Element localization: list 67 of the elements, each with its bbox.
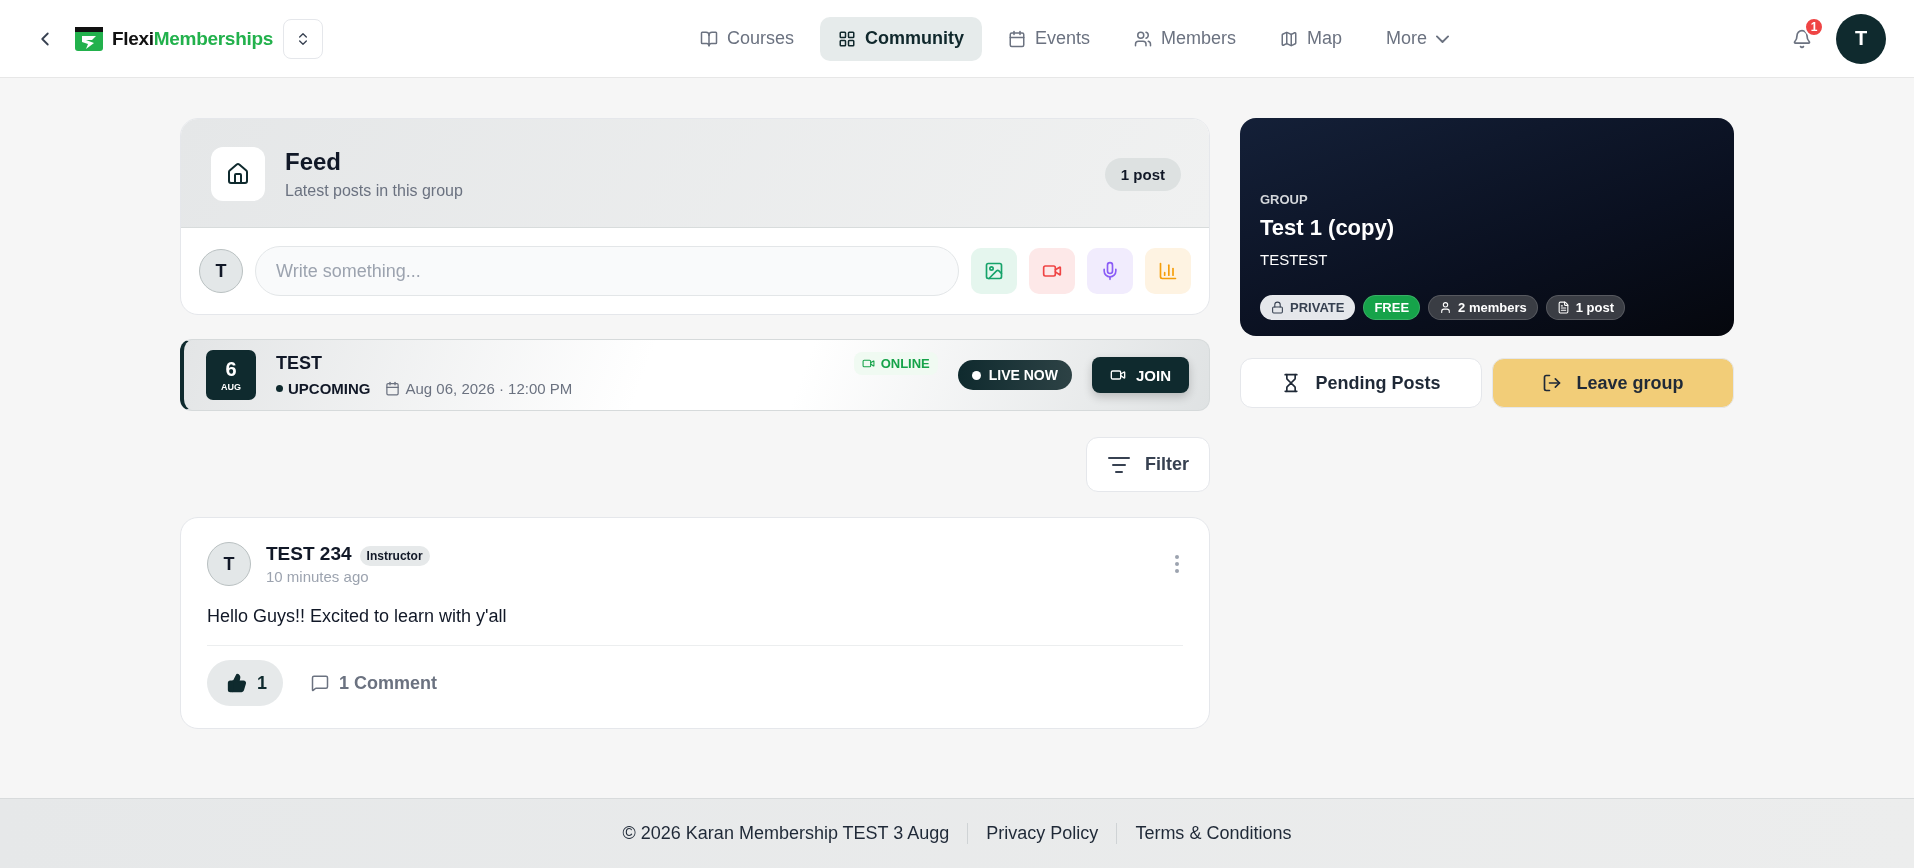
- role-tag: Instructor: [359, 546, 430, 566]
- event-title: TEST: [276, 353, 323, 374]
- date-tile: 6 AUG: [206, 350, 256, 400]
- filter-button[interactable]: Filter: [1086, 437, 1210, 492]
- nav-tab[interactable]: Events: [989, 16, 1108, 61]
- user-avatar[interactable]: T: [1836, 13, 1886, 64]
- add-poll-button[interactable]: [1145, 248, 1191, 294]
- notification-count: 1: [1804, 16, 1824, 37]
- lock-icon: [1271, 301, 1284, 314]
- event-date: Aug 06, 2026 · 12:00 PM: [405, 380, 573, 397]
- book-icon: [699, 29, 718, 48]
- private-tag: PRIVATE: [1260, 295, 1356, 320]
- exit-icon: [1542, 373, 1563, 393]
- post-text: Hello Guys!! Excited to learn with y'all: [207, 606, 1183, 646]
- switcher-button[interactable]: [283, 18, 323, 59]
- user-icon: [1439, 301, 1453, 314]
- members-tag: 2 members: [1428, 295, 1538, 320]
- brand-name[interactable]: FlexiMemberships: [112, 27, 273, 50]
- nav-tab[interactable]: Courses: [681, 16, 812, 61]
- feed-title: Feed: [285, 148, 342, 176]
- join-button[interactable]: JOIN: [1092, 357, 1189, 393]
- footer-link[interactable]: Privacy Policy: [967, 823, 1117, 844]
- avatar: T: [199, 249, 243, 293]
- live-now-button[interactable]: LIVE NOW: [957, 360, 1072, 390]
- thumbs-up-icon: [227, 673, 247, 693]
- footer-link[interactable]: Terms & Conditions: [1116, 823, 1310, 844]
- image-icon: [984, 261, 1004, 281]
- add-audio-button[interactable]: [1087, 248, 1133, 294]
- group-description: TESTEST: [1260, 251, 1329, 268]
- nav-tab[interactable]: Members: [1116, 16, 1254, 61]
- comment-icon: [311, 674, 329, 692]
- author-name[interactable]: TEST 234: [266, 543, 352, 564]
- event-status: UPCOMING: [276, 380, 371, 397]
- post-input[interactable]: Write something...: [255, 246, 959, 296]
- video-icon: [861, 357, 875, 370]
- chevron-down-icon: [1436, 34, 1450, 43]
- posts-tag: 1 post: [1545, 295, 1626, 320]
- pending-posts-button[interactable]: Pending Posts: [1240, 358, 1482, 408]
- map-icon: [1280, 29, 1298, 48]
- add-video-button[interactable]: [1029, 248, 1075, 294]
- avatar: T: [207, 542, 251, 586]
- copyright-text: © 2026 Karan Membership TEST 3 Augg: [621, 823, 951, 844]
- leave-group-button[interactable]: Leave group: [1492, 358, 1734, 408]
- nav-tab[interactable]: More: [1368, 16, 1468, 61]
- calendar-icon: [384, 381, 400, 396]
- grid-icon: [837, 29, 856, 48]
- post-count: 1 post: [1104, 157, 1181, 191]
- group-label: GROUP: [1260, 192, 1309, 207]
- feed-subtitle: Latest posts in this group: [285, 182, 463, 200]
- bell-icon: [1792, 28, 1812, 49]
- comment-button[interactable]: 1 Comment: [305, 671, 444, 695]
- video-icon: [1110, 367, 1126, 383]
- vertical-dots-icon: [1175, 555, 1179, 573]
- group-name: Test 1 (copy): [1260, 215, 1396, 241]
- free-tag: FREE: [1363, 295, 1421, 320]
- post-time: 10 minutes ago: [266, 568, 370, 585]
- nav-tab[interactable]: Community: [819, 16, 982, 61]
- home-icon: [211, 147, 265, 201]
- microphone-icon: [1100, 261, 1120, 281]
- online-tag: ONLINE: [853, 352, 938, 375]
- document-icon: [1556, 301, 1570, 314]
- add-image-button[interactable]: [971, 248, 1017, 294]
- like-button[interactable]: 1: [207, 660, 283, 706]
- users-icon: [1134, 29, 1152, 48]
- chart-icon: [1158, 261, 1178, 281]
- calendar-icon: [1007, 29, 1026, 48]
- nav-tab[interactable]: Map: [1262, 16, 1361, 61]
